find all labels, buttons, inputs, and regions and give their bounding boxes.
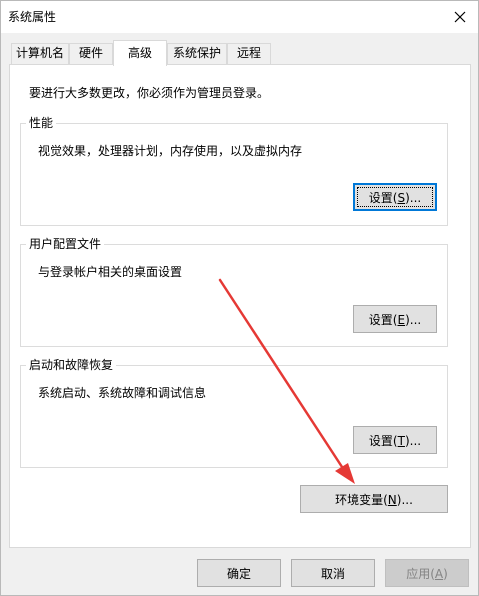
user-profiles-settings-button[interactable]: 设置(E)... (353, 305, 437, 333)
performance-description: 视觉效果，处理器计划，内存使用，以及虚拟内存 (38, 144, 303, 158)
performance-settings-button[interactable]: 设置(S)... (353, 183, 437, 211)
user-profiles-description: 与登录帐户相关的桌面设置 (38, 265, 183, 279)
tab-computer-name[interactable]: 计算机名 (11, 43, 69, 64)
tab-system-protection[interactable]: 系统保护 (167, 43, 227, 64)
button-suffix: )... (405, 313, 422, 327)
close-icon (454, 11, 466, 23)
ok-button[interactable]: 确定 (197, 559, 281, 587)
window-title: 系统属性 (8, 10, 57, 24)
system-properties-window: 系统属性 计算机名 硬件 高级 系统保护 远程 要进行大多数更改，你必须作为管理… (0, 0, 479, 596)
accelerator-key: A (434, 567, 444, 581)
title-bar[interactable]: 系统属性 (1, 1, 478, 33)
tab-hardware[interactable]: 硬件 (69, 43, 113, 64)
accelerator-key: T (397, 434, 405, 448)
user-profiles-title: 用户配置文件 (26, 236, 105, 252)
button-suffix: ) (443, 567, 448, 581)
button-suffix: )... (396, 493, 413, 507)
button-label: 设置( (368, 191, 398, 205)
performance-group: 性能 视觉效果，处理器计划，内存使用，以及虚拟内存 设置(S)... (20, 115, 448, 226)
admin-notice: 要进行大多数更改，你必须作为管理员登录。 (29, 86, 270, 100)
cancel-button[interactable]: 取消 (291, 559, 375, 587)
button-suffix: )... (404, 434, 422, 448)
tab-remote[interactable]: 远程 (227, 43, 271, 64)
accelerator-key: S (397, 191, 406, 205)
accelerator-key: E (397, 313, 406, 327)
apply-button[interactable]: 应用(A) (385, 559, 469, 587)
tab-advanced[interactable]: 高级 (113, 40, 167, 66)
button-label: 设置( (368, 434, 398, 448)
button-label: 设置( (368, 313, 398, 327)
accelerator-key: N (387, 493, 397, 507)
performance-title: 性能 (26, 115, 57, 131)
button-label: 环境变量( (335, 493, 388, 507)
startup-recovery-title: 启动和故障恢复 (26, 357, 117, 373)
button-label: 应用( (406, 567, 435, 581)
close-button[interactable] (448, 5, 472, 29)
user-profiles-group: 用户配置文件 与登录帐户相关的桌面设置 设置(E)... (20, 236, 448, 347)
startup-recovery-description: 系统启动、系统故障和调试信息 (38, 386, 207, 400)
button-suffix: )... (405, 191, 422, 205)
advanced-tab-panel: 要进行大多数更改，你必须作为管理员登录。 性能 视觉效果，处理器计划，内存使用，… (9, 64, 471, 548)
startup-recovery-group: 启动和故障恢复 系统启动、系统故障和调试信息 设置(T)... (20, 357, 448, 468)
startup-recovery-settings-button[interactable]: 设置(T)... (353, 426, 437, 454)
environment-variables-button[interactable]: 环境变量(N)... (300, 485, 448, 513)
